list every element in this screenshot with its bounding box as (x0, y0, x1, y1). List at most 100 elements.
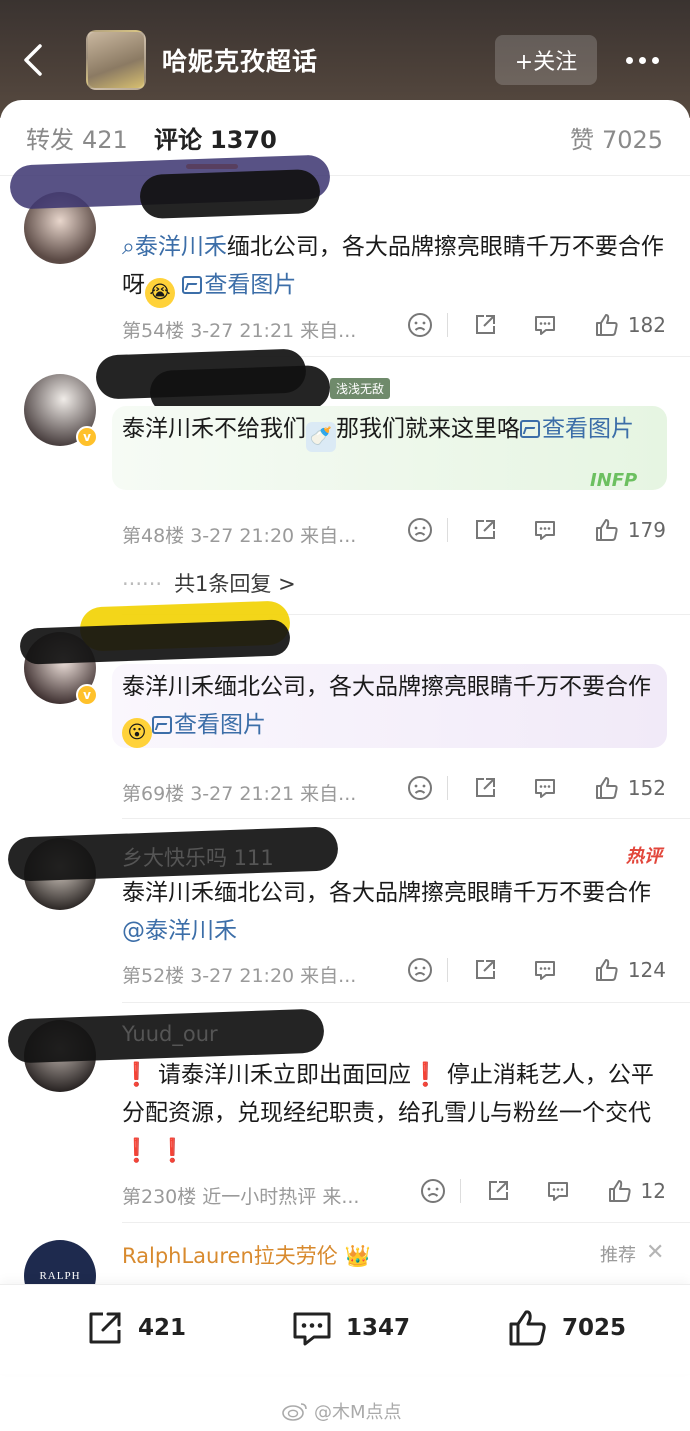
thumbs-up-icon (509, 1310, 546, 1346)
dislike-button[interactable] (407, 312, 433, 338)
follow-button[interactable]: +关注 (495, 35, 597, 85)
sad-face-icon (407, 313, 432, 337)
comment-meta: 第54楼 3-27 21:21 来自... (122, 320, 357, 342)
comment-text: 泰洋川禾缅北公司，各大品牌擦亮眼睛千万不要合作 @泰洋川禾 (122, 880, 651, 944)
chevron-left-icon (24, 44, 42, 76)
dislike-button[interactable] (407, 775, 433, 801)
share-icon (89, 1312, 121, 1344)
like-button[interactable]: 124 (594, 957, 666, 983)
share-icon (488, 1181, 508, 1200)
like-button[interactable]: 152 (594, 775, 666, 801)
dislike-button[interactable] (407, 957, 433, 983)
sad-face-icon (407, 958, 432, 982)
comment-meta: 第69楼 3-27 21:21 来自... (122, 783, 357, 805)
share-icon (475, 778, 495, 797)
share-button[interactable] (472, 312, 498, 338)
watermark: @木M点点 (282, 1398, 402, 1424)
search-link[interactable]: ⌕泰洋川禾 (122, 234, 227, 260)
thumbs-up-icon (608, 1180, 631, 1202)
thumbs-up-icon (595, 519, 618, 541)
share-button[interactable] (472, 775, 498, 801)
comment-actions: 182 (407, 312, 666, 338)
comment-username[interactable]: Yuud_our (122, 1022, 218, 1046)
reply-button[interactable] (545, 1178, 571, 1204)
crown-icon: 👑 (344, 1244, 371, 1268)
comment-meta: 第52楼 3-27 21:20 来自... (122, 965, 357, 987)
like-button[interactable]: 12 (607, 1178, 666, 1204)
divider (122, 1002, 690, 1003)
verified-badge-icon: v (76, 426, 98, 448)
comment-icon (534, 961, 555, 980)
weibo-logo-icon (282, 1403, 307, 1421)
tab-repost[interactable]: 转发 421 (26, 120, 128, 155)
baby-bottle-emoji-icon: 🍼 (306, 422, 336, 452)
weibo-comments-page: 哈妮克孜超话 +关注 转发 421 评论 1370 赞 7025 ⌕泰洋川禾缅北公司，… (0, 0, 690, 1431)
comment-actions: 179 (407, 517, 666, 543)
share-button[interactable] (485, 1178, 511, 1204)
comment-actions: 12 (420, 1178, 666, 1204)
thumbs-up-icon (595, 959, 618, 981)
comment-meta: 第230楼 近一小时热评 来... (122, 1186, 360, 1208)
close-icon[interactable]: ✕ (646, 1240, 664, 1265)
reply-button[interactable] (532, 312, 558, 338)
comment-meta: 第48楼 3-27 21:20 来自... (122, 525, 357, 547)
comment-actions: 124 (407, 957, 666, 983)
tab-likes[interactable]: 赞 7025 (570, 120, 663, 155)
image-icon (152, 716, 172, 734)
ad-account-name[interactable]: RalphLauren拉夫劳伦 👑 (122, 1240, 371, 1270)
comment-text: ❗ 请泰洋川禾立即出面回应❗ 停止消耗艺人，公平分配资源，兑现经纪职责，给孔雪儿… (122, 1062, 654, 1164)
share-icon (475, 315, 495, 334)
comment-icon (547, 1182, 568, 1201)
reply-button[interactable] (532, 517, 558, 543)
comment-actions: 152 (407, 775, 666, 801)
back-button[interactable] (18, 40, 48, 80)
view-replies-link[interactable]: ······ 共1条回复 > (122, 568, 296, 598)
divider (122, 818, 690, 819)
dislike-button[interactable] (420, 1178, 446, 1204)
recommend-tag: 推荐 (600, 1245, 636, 1266)
topic-avatar[interactable] (86, 30, 146, 90)
more-dots-icon[interactable] (626, 48, 666, 72)
view-image-link[interactable]: 查看图片 (152, 712, 266, 738)
hot-comment-badge: 热评 (626, 846, 662, 867)
share-icon (475, 960, 495, 979)
repost-button[interactable]: 421 (84, 1307, 186, 1349)
crying-emoji-icon: 😭 (145, 278, 175, 308)
dislike-button[interactable] (407, 517, 433, 543)
sad-face-icon (420, 1179, 445, 1203)
like-button[interactable]: 182 (594, 312, 666, 338)
comment-text: ⌕泰洋川禾缅北公司，各大品牌擦亮眼睛千万不要合作呀 😭 查看图片 (122, 228, 667, 308)
like-button[interactable]: 7025 (506, 1307, 626, 1349)
surprised-emoji-icon: 😮 (122, 718, 152, 748)
redaction-scribble (139, 168, 321, 220)
share-icon (475, 520, 495, 539)
like-button[interactable]: 179 (594, 517, 666, 543)
comment-username[interactable]: 乡大快乐吗 111 (122, 842, 274, 872)
verified-badge-icon: v (76, 684, 98, 706)
divider (122, 1222, 690, 1223)
comment-icon (293, 1312, 331, 1346)
sad-face-icon (407, 518, 432, 542)
reply-button[interactable] (532, 957, 558, 983)
comment-text: 泰洋川禾缅北公司，各大品牌擦亮眼睛千万不要合作😮 查看图片 (122, 668, 667, 748)
share-button[interactable] (472, 517, 498, 543)
thumbs-up-icon (595, 314, 618, 336)
comment-icon (534, 779, 555, 798)
view-image-link[interactable]: 查看图片 (182, 272, 296, 298)
image-icon (182, 276, 203, 294)
bottom-action-bar: 421 1347 7025 (0, 1284, 690, 1374)
fan-badge: 浅浅无敌 (330, 378, 391, 399)
bubble-decoration: INFP (590, 470, 638, 491)
mention-link[interactable]: @泰洋川禾 (122, 918, 237, 944)
view-image-link[interactable]: 查看图片 (520, 416, 634, 442)
reply-button[interactable] (532, 775, 558, 801)
comment-icon (534, 316, 555, 335)
comment-icon (534, 521, 555, 540)
comment-text: 泰洋川禾不给我们 🍼 那我们就来这里咯 查看图片 (122, 410, 667, 452)
comment-button[interactable]: 1347 (290, 1307, 410, 1349)
image-icon (520, 420, 540, 438)
share-button[interactable] (472, 957, 498, 983)
thumbs-up-icon (595, 777, 618, 799)
tab-comments[interactable]: 评论 1370 (154, 120, 277, 155)
topic-title[interactable]: 哈妮克孜超话 (162, 42, 318, 78)
